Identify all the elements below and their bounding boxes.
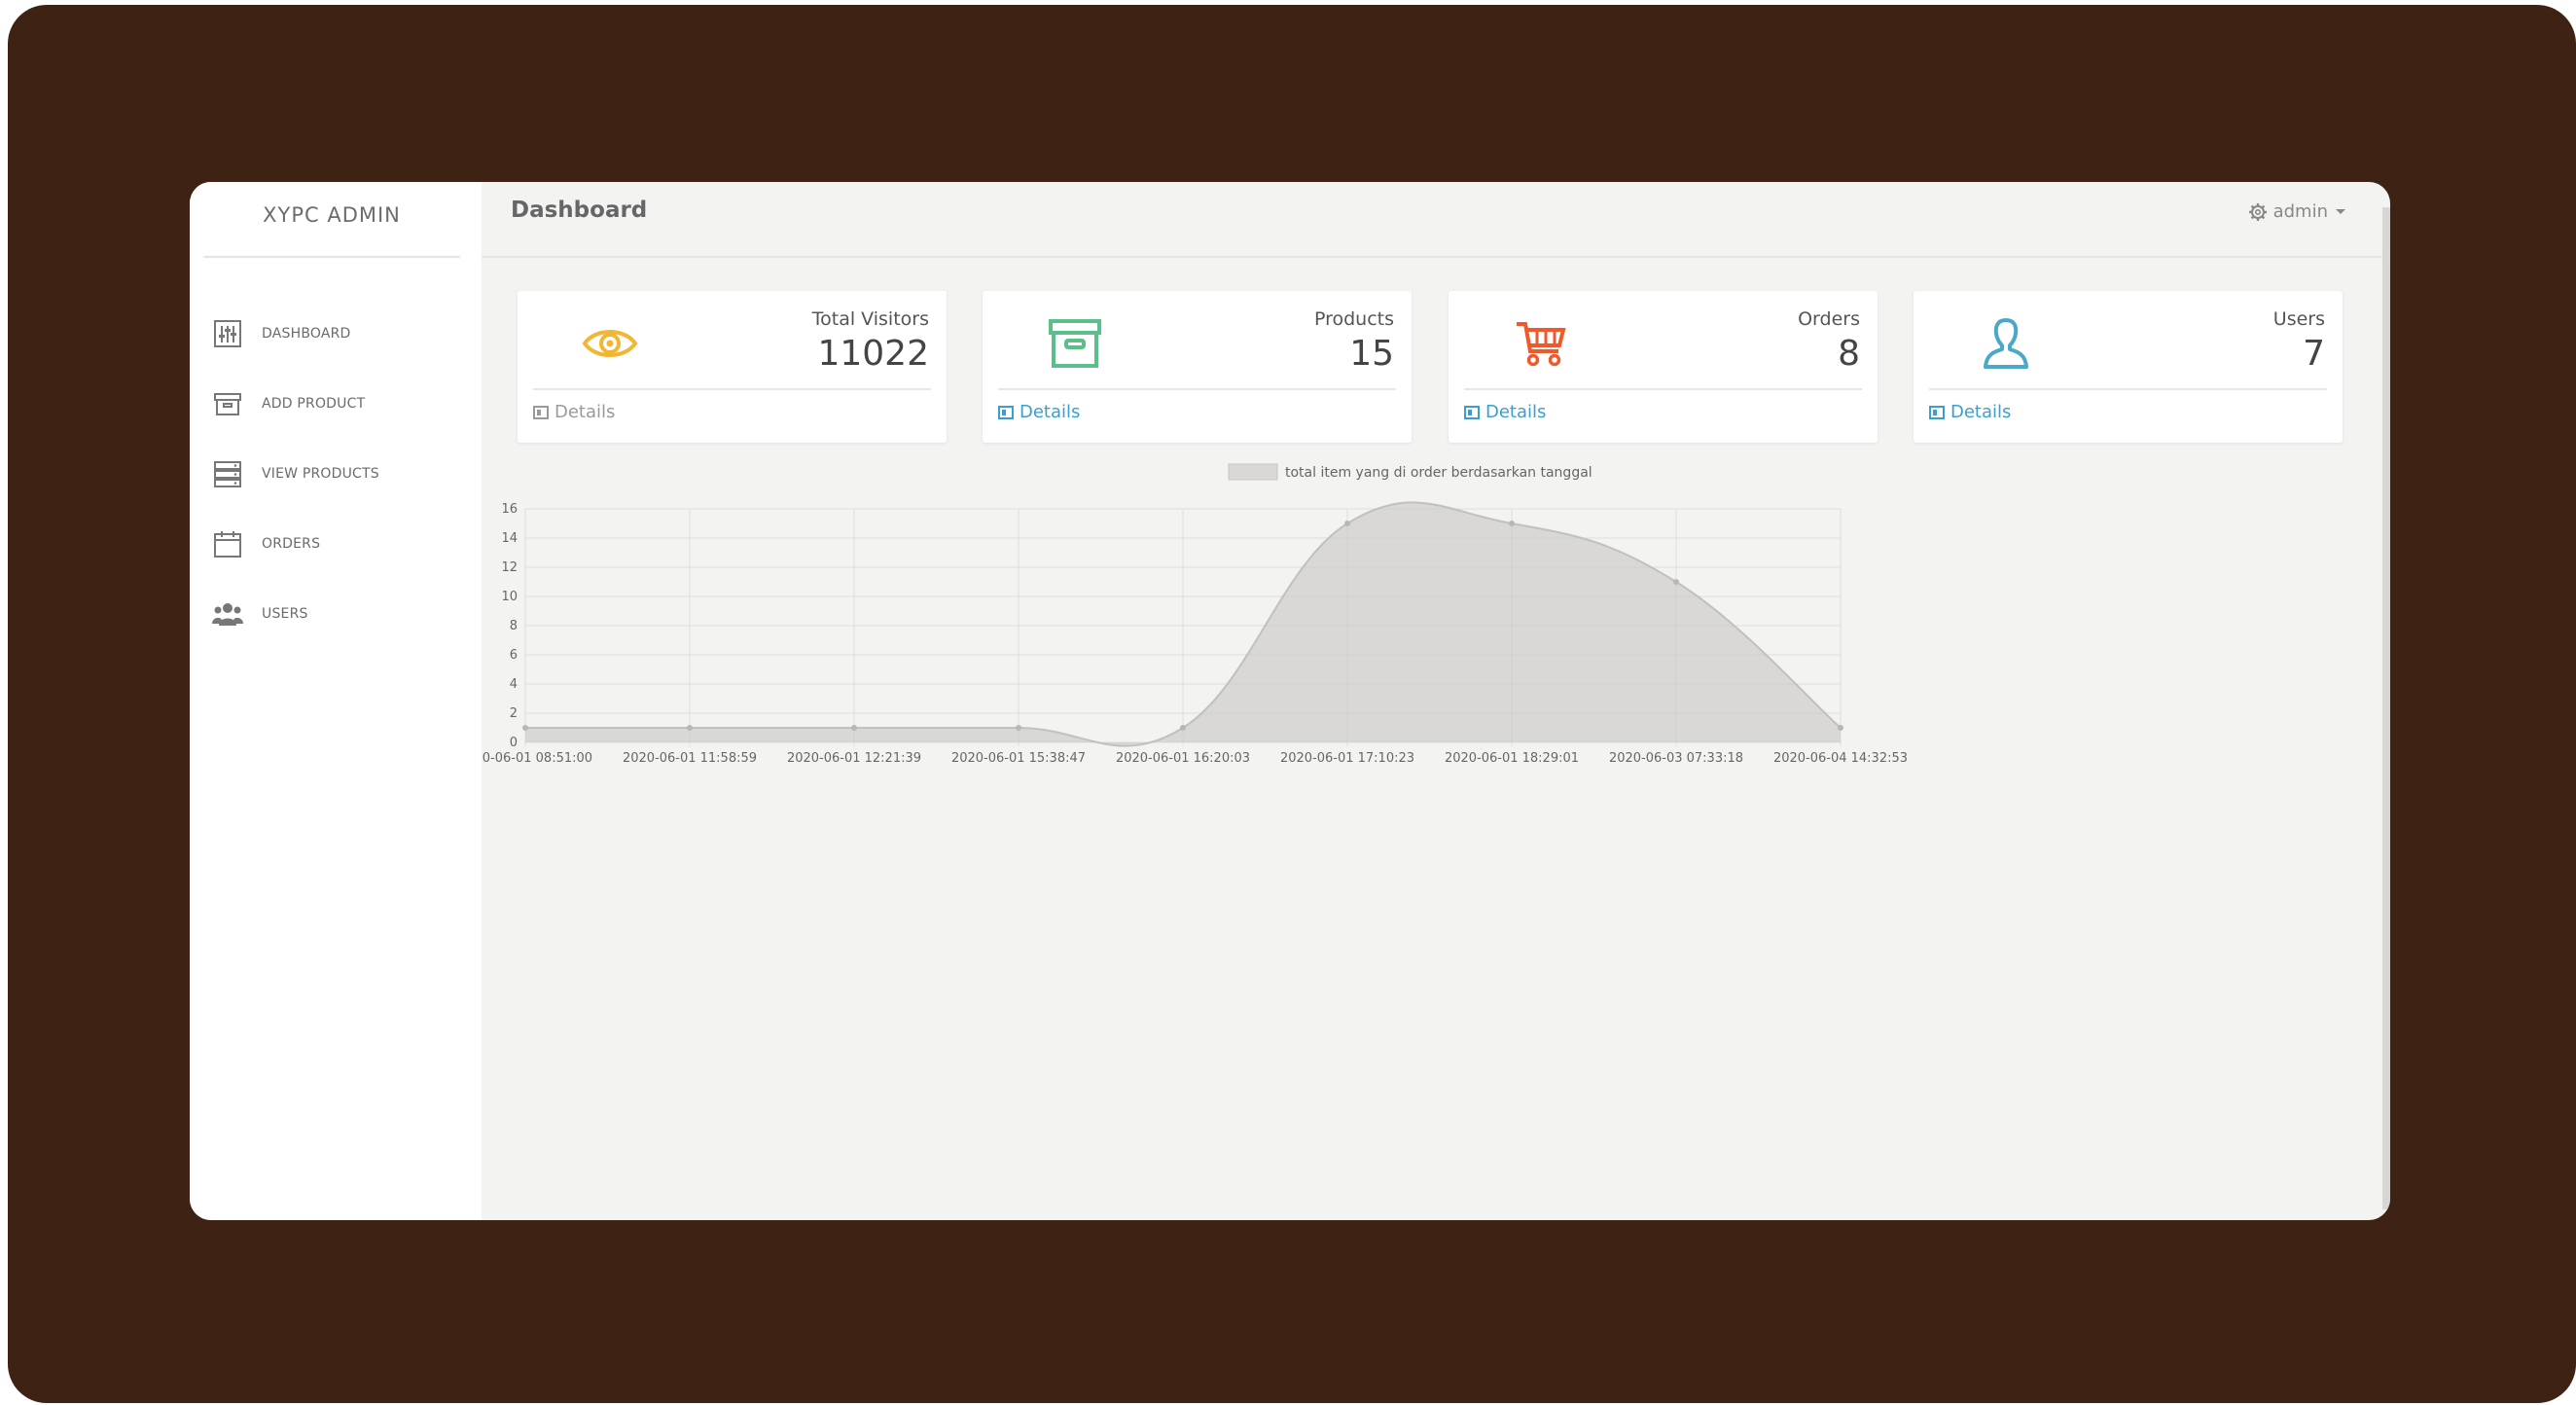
chart-icon	[1464, 405, 1480, 419]
card-divider	[1929, 388, 2327, 390]
card-divider	[1464, 388, 1862, 390]
archive-icon	[1041, 312, 1109, 375]
card-label: Total Visitors	[811, 308, 929, 330]
user-name: admin	[2272, 201, 2328, 222]
details-label: Details	[1950, 402, 2012, 422]
y-tick-label: 12	[501, 560, 518, 575]
stat-card-products: Products 15 Details	[983, 291, 1412, 443]
x-tick-label: 2020-06-01 08:51:00	[482, 751, 592, 766]
cart-icon	[1507, 312, 1575, 375]
archive-icon	[211, 387, 244, 420]
sidebar: XYPC ADMIN DASHBOARD ADD PRODUCT VIEW PR…	[190, 182, 482, 1220]
chevron-down-icon	[2336, 209, 2345, 214]
x-tick-label: 2020-06-01 11:58:59	[623, 751, 757, 766]
sidebar-item-users[interactable]: USERS	[211, 579, 379, 649]
gear-icon	[2248, 202, 2267, 221]
legend-swatch	[1228, 463, 1278, 481]
page-title: Dashboard	[511, 198, 648, 223]
server-icon	[211, 457, 244, 490]
y-tick-label: 16	[501, 502, 518, 517]
details-label: Details	[1485, 402, 1547, 422]
data-point[interactable]	[1509, 521, 1515, 526]
sidebar-item-label: DASHBOARD	[262, 326, 351, 342]
y-tick-label: 2	[510, 706, 518, 721]
app-window: XYPC ADMIN DASHBOARD ADD PRODUCT VIEW PR…	[190, 182, 2390, 1220]
chart-icon	[533, 405, 549, 419]
card-label: Users	[2272, 308, 2325, 330]
eye-icon	[576, 312, 644, 375]
card-divider	[533, 388, 931, 390]
sidebar-item-label: ADD PRODUCT	[262, 396, 366, 412]
details-label: Details	[1020, 402, 1081, 422]
stat-card-orders: Orders 8 Details	[1449, 291, 1878, 443]
legend-label: total item yang di order berdasarkan tan…	[1285, 465, 1592, 481]
chart-icon	[1929, 405, 1945, 419]
user-menu[interactable]: admin	[2248, 201, 2345, 222]
details-link[interactable]: Details	[1464, 402, 1546, 422]
sidebar-item-label: USERS	[262, 606, 308, 622]
x-tick-label: 2020-06-01 12:21:39	[787, 751, 921, 766]
sidebar-item-label: VIEW PRODUCTS	[262, 466, 379, 482]
data-point[interactable]	[851, 725, 857, 731]
data-point[interactable]	[1344, 521, 1350, 526]
sidebar-item-orders[interactable]: ORDERS	[211, 509, 379, 579]
y-tick-label: 14	[501, 531, 518, 546]
data-point[interactable]	[522, 725, 528, 731]
x-tick-label: 2020-06-03 07:33:18	[1609, 751, 1743, 766]
sliders-icon	[211, 317, 244, 350]
data-point[interactable]	[1838, 725, 1843, 731]
orders-area-chart: total item yang di order berdasarkan tan…	[482, 463, 1908, 766]
card-label: Orders	[1798, 308, 1860, 330]
y-tick-label: 8	[510, 619, 518, 633]
data-point[interactable]	[687, 725, 693, 731]
chart-legend[interactable]: total item yang di order berdasarkan tan…	[1228, 463, 1592, 481]
sidebar-item-label: ORDERS	[262, 536, 321, 552]
card-divider	[998, 388, 1396, 390]
x-tick-label: 2020-06-01 16:20:03	[1116, 751, 1250, 766]
y-tick-label: 6	[510, 648, 518, 663]
sidebar-item-add-product[interactable]: ADD PRODUCT	[211, 369, 379, 439]
card-label: Products	[1313, 308, 1394, 330]
users-icon	[211, 597, 244, 630]
x-tick-label: 2020-06-01 18:29:01	[1445, 751, 1579, 766]
details-link[interactable]: Details	[1929, 402, 2011, 422]
sidebar-item-dashboard[interactable]: DASHBOARD	[211, 299, 379, 369]
stat-card-users: Users 7 Details	[1914, 291, 2343, 443]
scroll-edge	[2382, 207, 2390, 1209]
stat-card-visitors: Total Visitors 11022 Details	[518, 291, 947, 443]
details-link[interactable]: Details	[533, 402, 615, 422]
x-axis: 2020-06-01 08:51:00 2020-06-01 11:58:59 20…	[482, 751, 1908, 766]
chart-icon	[998, 405, 1014, 419]
y-tick-label: 0	[510, 736, 518, 750]
details-label: Details	[555, 402, 616, 422]
top-bar: Dashboard admin	[482, 182, 2390, 258]
calendar-icon	[211, 527, 244, 560]
card-value: 15	[1349, 334, 1394, 374]
card-value: 11022	[817, 334, 929, 374]
x-tick-label: 2020-06-01 15:38:47	[951, 751, 1086, 766]
x-tick-label: 2020-06-01 17:10:23	[1280, 751, 1414, 766]
card-value: 8	[1838, 334, 1860, 374]
y-tick-label: 4	[510, 677, 518, 692]
x-tick-label: 2020-06-04 14:32:53	[1773, 751, 1908, 766]
data-point[interactable]	[1180, 725, 1186, 731]
data-point[interactable]	[1673, 579, 1679, 585]
user-icon	[1972, 312, 2040, 375]
details-link[interactable]: Details	[998, 402, 1080, 422]
y-tick-label: 10	[501, 590, 518, 604]
card-value: 7	[2303, 334, 2325, 374]
y-axis: 0 2 4 6 8 10 12 14 16	[501, 502, 518, 750]
data-point[interactable]	[1016, 725, 1021, 731]
brand-title: XYPC ADMIN	[203, 182, 460, 258]
sidebar-item-view-products[interactable]: VIEW PRODUCTS	[211, 439, 379, 509]
sidebar-nav: DASHBOARD ADD PRODUCT VIEW PRODUCTS ORDE…	[211, 299, 379, 649]
